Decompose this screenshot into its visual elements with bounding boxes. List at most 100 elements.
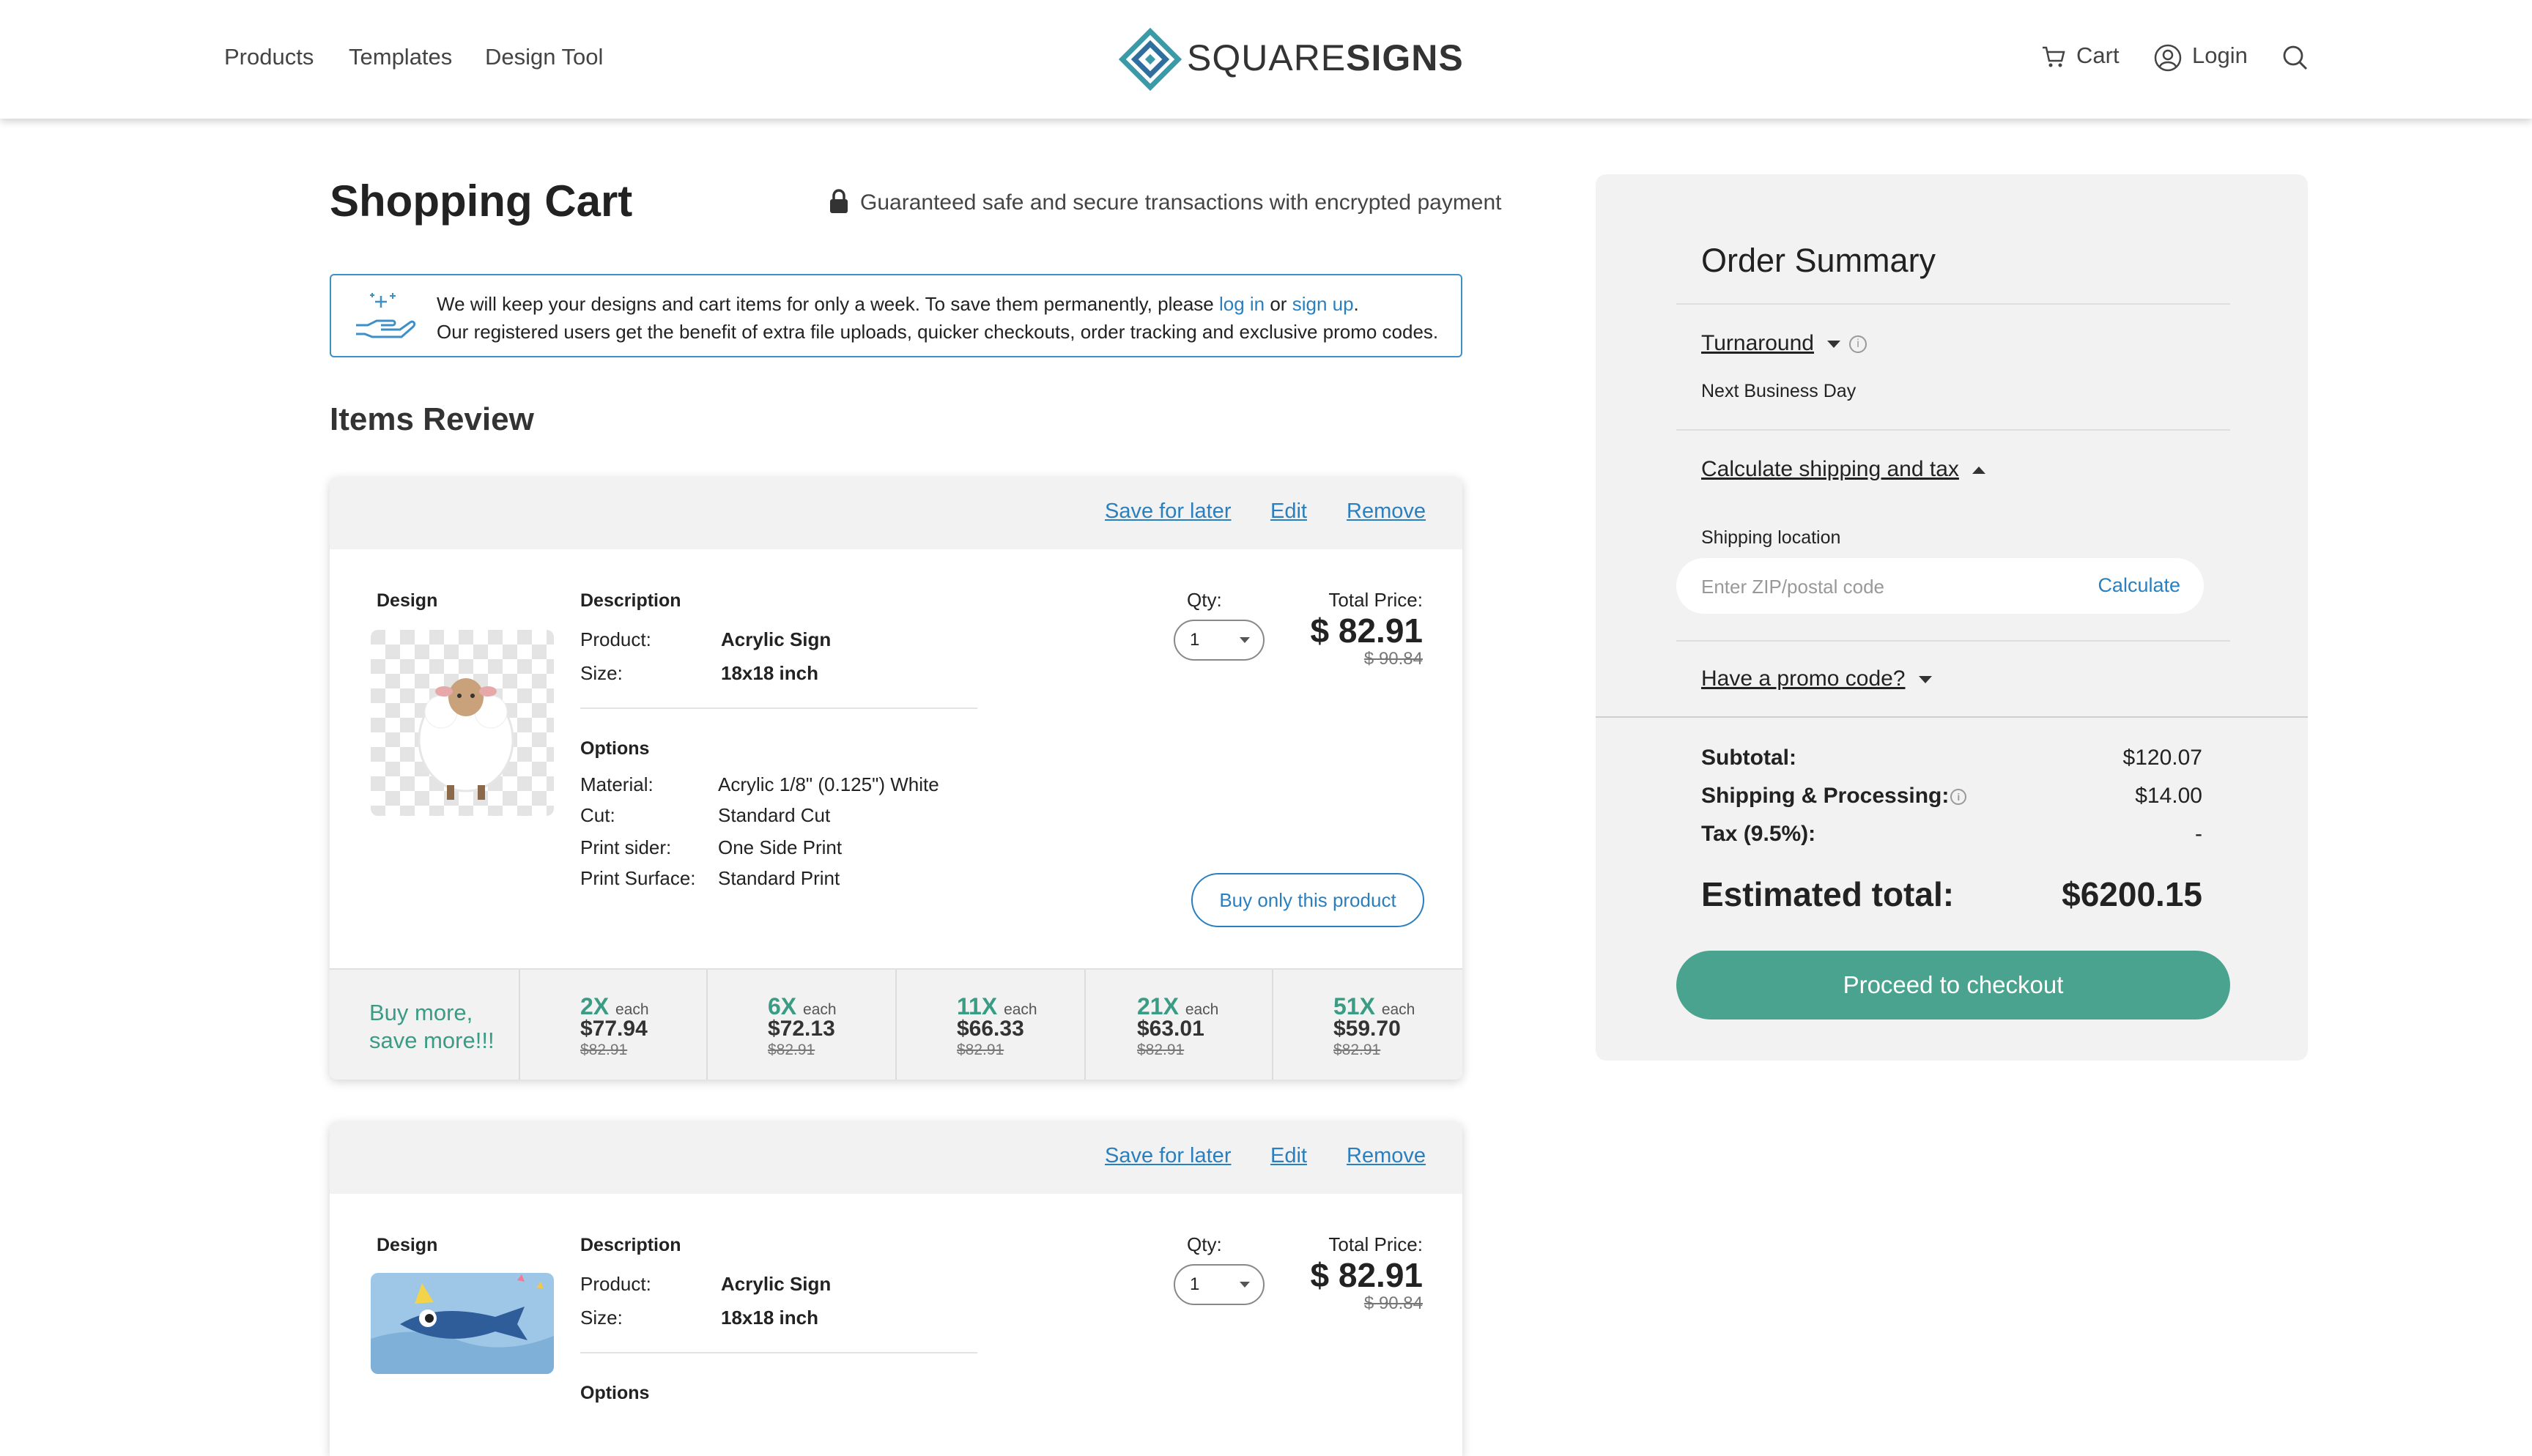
qty-select[interactable]: 1 <box>1174 620 1265 661</box>
chevron-down-icon <box>1826 341 1840 349</box>
material-value: Acrylic 1/8" (0.125") White <box>718 773 939 795</box>
qty-value: 1 <box>1190 630 1200 650</box>
nav-design-tool[interactable]: Design Tool <box>485 44 603 70</box>
description-divider <box>580 1352 977 1353</box>
qty-value: 1 <box>1190 1274 1200 1294</box>
qty-label: Qty: <box>1187 589 1222 611</box>
hand-sparkle-icon <box>356 293 416 338</box>
buy-more-promo: Buy more, save more!!! <box>369 1000 495 1053</box>
save-notice: We will keep your designs and cart items… <box>330 274 1462 357</box>
logo-icon[interactable] <box>1117 26 1183 92</box>
size-label: Size: <box>580 1307 623 1329</box>
nav-templates[interactable]: Templates <box>349 44 452 70</box>
chevron-down-icon <box>1240 1282 1250 1288</box>
tier-option[interactable]: 51X each $59.70 $82.91 <box>1272 970 1462 1080</box>
promo-code-toggle[interactable]: Have a promo code? <box>1701 666 1932 691</box>
cut-value: Standard Cut <box>718 804 831 826</box>
cut-label: Cut: <box>580 804 615 826</box>
save-for-later-link[interactable]: Save for later <box>1105 499 1231 524</box>
product-label: Product: <box>580 1273 651 1295</box>
notice-line-1: We will keep your designs and cart items… <box>437 293 1359 315</box>
qty-select[interactable]: 1 <box>1174 1264 1265 1305</box>
cart-item-card: Save for later Edit Remove Design Descri… <box>330 1122 1462 1456</box>
items-review-title: Items Review <box>330 401 534 437</box>
log-in-link[interactable]: log in <box>1219 293 1265 315</box>
shipping-location-label: Shipping location <box>1701 527 1841 548</box>
estimated-total-value: $6200.15 <box>2062 875 2202 913</box>
nav-products[interactable]: Products <box>224 44 314 70</box>
info-icon[interactable]: i <box>1848 335 1867 354</box>
print-surface-label: Print Surface: <box>580 867 696 889</box>
sign-up-link[interactable]: sign up <box>1292 293 1354 315</box>
chevron-down-icon <box>1240 637 1250 643</box>
description-label: Description <box>580 590 681 611</box>
subtotal-value: $120.07 <box>2122 746 2202 770</box>
tier-option[interactable]: 6X each $72.13 $82.91 <box>706 970 894 1080</box>
cart-link[interactable]: Cart <box>2076 42 2120 69</box>
tier-option[interactable]: 21X each $63.01 $82.91 <box>1084 970 1272 1080</box>
summary-divider <box>1676 640 2230 642</box>
options-label: Options <box>580 738 650 759</box>
user-icon[interactable] <box>2154 44 2182 72</box>
chevron-up-icon <box>1972 467 1985 475</box>
tier-option[interactable]: 11X each $66.33 $82.91 <box>895 970 1083 1080</box>
summary-divider-full <box>1596 716 2308 718</box>
total-price-label: Total Price: <box>1328 589 1423 611</box>
calculate-shipping-toggle[interactable]: Calculate shipping and tax <box>1701 457 1985 482</box>
size-label: Size: <box>580 662 623 684</box>
zip-input[interactable] <box>1700 571 2054 602</box>
print-sider-value: One Side Print <box>718 836 843 858</box>
summary-divider <box>1676 429 2230 431</box>
proceed-to-checkout-button[interactable]: Proceed to checkout <box>1676 951 2230 1019</box>
order-summary-title: Order Summary <box>1701 242 1936 279</box>
notice-line-2: Our registered users get the benefit of … <box>437 321 1439 343</box>
product-value: Acrylic Sign <box>721 628 832 650</box>
remove-link[interactable]: Remove <box>1347 1144 1426 1168</box>
print-sider-label: Print sider: <box>580 836 672 858</box>
page-title: Shopping Cart <box>330 177 633 226</box>
material-label: Material: <box>580 773 654 795</box>
total-price-label: Total Price: <box>1328 1233 1423 1255</box>
description-label: Description <box>580 1235 681 1255</box>
tax-value: - <box>2195 822 2202 846</box>
subtotal-label: Subtotal: <box>1701 746 1796 770</box>
order-summary-panel: Order Summary Turnaround i Next Business … <box>1596 174 2308 1061</box>
logo-wordmark[interactable]: SQUARESIGNS <box>1187 37 1464 79</box>
size-value: 18x18 inch <box>721 662 818 684</box>
card-actions-bar: Save for later Edit Remove <box>330 1122 1462 1194</box>
turnaround-value: Next Business Day <box>1701 381 1857 401</box>
tax-label: Tax (9.5%): <box>1701 822 1816 846</box>
shipping-value: $14.00 <box>2135 784 2202 808</box>
calculate-button[interactable]: Calculate <box>2098 574 2180 597</box>
zip-field: Calculate <box>1676 558 2204 614</box>
design-thumbnail[interactable] <box>371 1273 554 1374</box>
search-icon[interactable] <box>2281 44 2309 72</box>
estimated-total-label: Estimated total: <box>1701 875 1955 913</box>
buy-only-this-product-button[interactable]: Buy only this product <box>1191 873 1424 927</box>
old-price: $ 90.84 <box>1363 1293 1423 1313</box>
turnaround-toggle[interactable]: Turnaround i <box>1701 331 1867 356</box>
tier-option[interactable]: 2X each $77.94 $82.91 <box>519 970 706 1080</box>
cart-item-card: Save for later Edit Remove Design Descri… <box>330 478 1462 1080</box>
product-label: Product: <box>580 628 651 650</box>
edit-link[interactable]: Edit <box>1270 499 1307 524</box>
cart-icon[interactable] <box>2041 45 2066 69</box>
design-label: Design <box>377 590 438 611</box>
shipping-label: Shipping & Processing: i <box>1701 784 1967 809</box>
total-price: $ 82.91 <box>1310 1256 1423 1294</box>
old-price: $ 90.84 <box>1363 649 1423 669</box>
remove-link[interactable]: Remove <box>1347 499 1426 524</box>
shark-design-image <box>371 1273 554 1374</box>
design-label: Design <box>377 1235 438 1255</box>
info-icon[interactable]: i <box>1950 789 1967 806</box>
qty-label: Qty: <box>1187 1233 1222 1255</box>
size-value: 18x18 inch <box>721 1307 818 1329</box>
secure-text: Guaranteed safe and secure transactions … <box>860 190 1502 215</box>
summary-divider <box>1676 303 2230 305</box>
description-divider <box>580 707 977 709</box>
login-link[interactable]: Login <box>2192 42 2248 69</box>
edit-link[interactable]: Edit <box>1270 1144 1307 1168</box>
save-for-later-link[interactable]: Save for later <box>1105 1144 1231 1168</box>
site-header: Products Templates Design Tool SQUARESIG… <box>0 0 2532 119</box>
design-thumbnail[interactable] <box>371 630 554 816</box>
